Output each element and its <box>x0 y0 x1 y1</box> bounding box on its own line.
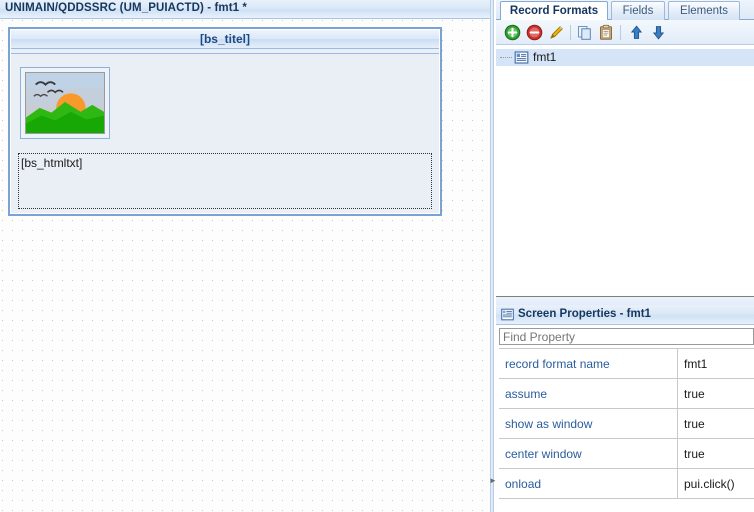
table-row[interactable]: record format name fmt1 <box>499 348 754 379</box>
edit-pencil-icon[interactable] <box>548 24 565 41</box>
property-name: record format name <box>499 348 678 379</box>
design-canvas[interactable]: [bs_titel] [bs_htmltxt] <box>0 19 490 512</box>
property-value[interactable]: pui.click() <box>677 468 754 499</box>
table-row[interactable]: show as window true <box>499 408 754 439</box>
tab-record-formats-label: Record Formats <box>509 5 599 17</box>
screen-properties-header: Screen Properties - fmt1 <box>496 305 754 325</box>
right-panel: Record Formats Fields Elements fmt1 Scre… <box>496 0 754 512</box>
tree-item-label: fmt1 <box>533 50 557 64</box>
vertical-splitter[interactable]: ► <box>489 0 497 512</box>
properties-grid-icon <box>501 308 514 321</box>
paste-icon[interactable] <box>598 24 615 41</box>
image-placeholder-icon <box>25 72 105 134</box>
record-format-icon <box>514 50 529 65</box>
properties-table: record format name fmt1 assume true show… <box>499 348 754 499</box>
record-formats-toolbar <box>496 20 754 45</box>
property-value[interactable]: true <box>677 438 754 469</box>
record-formats-tree[interactable]: fmt1 <box>496 45 754 297</box>
screen-properties-title: Screen Properties - fmt1 <box>518 308 651 320</box>
property-name: center window <box>499 438 678 469</box>
property-value[interactable]: true <box>677 378 754 409</box>
move-down-arrow-icon[interactable] <box>650 24 667 41</box>
property-value[interactable]: true <box>677 408 754 439</box>
property-name: show as window <box>499 408 678 439</box>
tab-fields-label: Fields <box>622 5 654 17</box>
add-icon[interactable] <box>504 24 521 41</box>
toolbar-separator <box>570 25 571 40</box>
html-text-widget-label: [bs_htmltxt] <box>21 156 83 170</box>
record-format-window-subbar <box>11 50 439 54</box>
tab-fields[interactable]: Fields <box>611 1 665 20</box>
window-title-label: [bs_titel] <box>199 32 250 46</box>
record-format-design-window[interactable]: [bs_titel] [bs_htmltxt] <box>8 27 442 216</box>
copy-icon[interactable] <box>576 24 593 41</box>
tree-connector-line <box>500 57 512 59</box>
table-row[interactable]: onload pui.click() <box>499 468 754 499</box>
tab-record-formats[interactable]: Record Formats <box>500 1 608 21</box>
html-text-widget[interactable]: [bs_htmltxt] <box>18 153 432 209</box>
property-name: onload <box>499 468 678 499</box>
move-up-arrow-icon[interactable] <box>628 24 645 41</box>
table-row[interactable]: assume true <box>499 378 754 409</box>
delete-icon[interactable] <box>526 24 543 41</box>
table-row[interactable]: center window true <box>499 438 754 469</box>
designer-titlebar: UNIMAIN/QDDSSRC (UM_PUIACTD) - fmt1 * <box>0 0 490 19</box>
tree-item-fmt1[interactable]: fmt1 <box>496 49 754 66</box>
designer-pane: UNIMAIN/QDDSSRC (UM_PUIACTD) - fmt1 * [b… <box>0 0 490 512</box>
application-window: UNIMAIN/QDDSSRC (UM_PUIACTD) - fmt1 * [b… <box>0 0 754 512</box>
property-name: assume <box>499 378 678 409</box>
screen-properties-panel: Screen Properties - fmt1 record format n… <box>496 305 754 512</box>
record-format-window-header[interactable]: [bs_titel] <box>11 30 439 49</box>
horizontal-splitter[interactable] <box>496 297 754 305</box>
tab-elements-label: Elements <box>680 5 728 17</box>
page-title: UNIMAIN/QDDSSRC (UM_PUIACTD) - fmt1 * <box>5 2 248 14</box>
property-value[interactable]: fmt1 <box>677 348 754 379</box>
panel-tabstrip: Record Formats Fields Elements <box>496 0 754 21</box>
image-widget[interactable] <box>20 67 110 139</box>
tab-elements[interactable]: Elements <box>668 1 740 20</box>
find-property-input[interactable] <box>499 328 754 345</box>
toolbar-separator <box>620 25 621 40</box>
